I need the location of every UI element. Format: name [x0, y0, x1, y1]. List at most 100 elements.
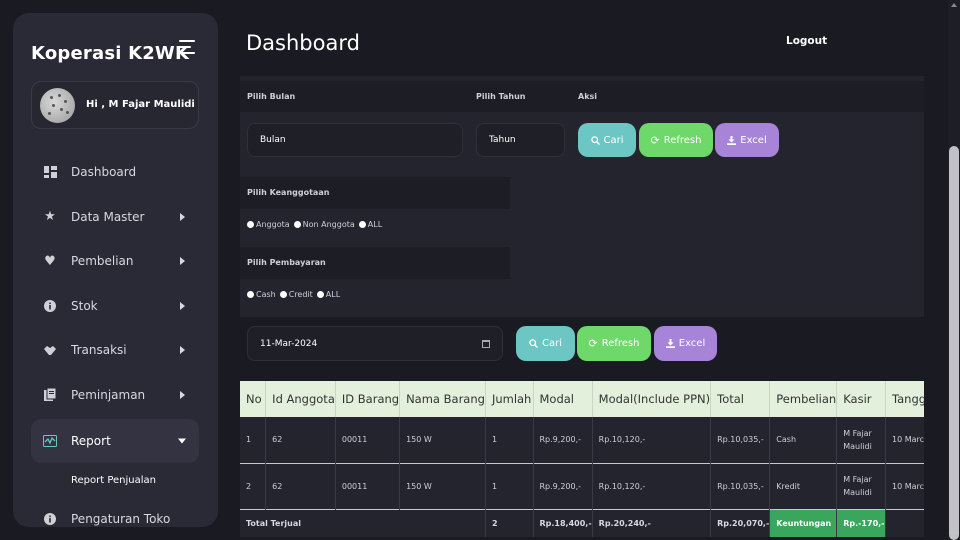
keuntungan-value: Rp.-170,-	[836, 509, 886, 537]
sidebar-item-stok[interactable]: Stok	[31, 284, 199, 329]
chevron-right-icon	[180, 212, 185, 221]
heart-icon: ♥	[44, 253, 56, 269]
col-header: No	[240, 381, 267, 417]
sidebar-item-label: Pengaturan Toko	[71, 512, 171, 527]
search-icon	[590, 135, 600, 145]
radio-non-anggota[interactable]	[293, 221, 301, 228]
table-footer-row: Total Terjual 2 Rp.18,400,- Rp.20,240,- …	[240, 509, 924, 537]
sidebar-item-peminjaman[interactable]: Peminjaman	[31, 373, 199, 418]
info-icon	[43, 512, 57, 526]
radio-all-pembayaran[interactable]	[316, 291, 324, 298]
keuntungan-label: Keuntungan	[769, 509, 838, 537]
refresh-button-label: Refresh	[601, 338, 640, 349]
keanggotaan-radio-group: Anggota Non Anggota ALL	[247, 220, 386, 229]
table-cell: 10 March 2024 11:02	[885, 417, 924, 463]
table-header-row: No Id Anggota ID Barang Nama Barang Juml…	[240, 381, 924, 417]
tahun-select[interactable]: Tahun	[476, 123, 565, 157]
radio-label: ALL	[367, 220, 383, 229]
col-header: Id Anggota	[265, 381, 336, 417]
chevron-right-icon	[180, 257, 185, 266]
col-header: Nama Barang	[399, 381, 486, 417]
col-header: ID Barang	[335, 381, 401, 417]
table-cell: 2	[240, 463, 267, 509]
sidebar-item-label: Dashboard	[71, 165, 137, 180]
bulan-select[interactable]: Bulan	[247, 123, 463, 157]
sidebar-item-pembelian[interactable]: ♥ Pembelian	[31, 239, 199, 284]
refresh-button[interactable]: ⟳ Refresh	[639, 123, 713, 157]
table-cell: 1	[240, 417, 267, 463]
chevron-right-icon	[180, 390, 185, 399]
col-header: Modal	[533, 381, 593, 417]
table-cell: Cash	[769, 417, 838, 463]
logout-link[interactable]: Logout	[786, 35, 827, 47]
scroll-up-arrow-icon[interactable]	[951, 3, 957, 7]
sidebar-item-label: Stok	[71, 298, 98, 313]
total-jumlah: 2	[485, 509, 534, 537]
excel-button-label: Excel	[678, 338, 706, 349]
radio-credit[interactable]	[279, 291, 287, 298]
sidebar-item-dashboard[interactable]: Dashboard	[31, 150, 199, 195]
table-row: 1 62 00011 150 W 1 Rp.9,200,- Rp.10,120,…	[240, 417, 924, 463]
radio-all-keanggotaan[interactable]	[358, 221, 366, 228]
table-cell: Rp.9,200,-	[533, 417, 593, 463]
col-header: Modal(Include PPN)	[592, 381, 712, 417]
table-cell: 1	[485, 463, 534, 509]
table-cell: M Fajar Maulidi	[836, 417, 886, 463]
dashboard-icon	[43, 165, 57, 179]
col-header: Pembelian	[769, 381, 838, 417]
table-cell: Rp.10,120,-	[592, 417, 712, 463]
chevron-down-icon	[178, 438, 186, 444]
scrollbar-thumb[interactable]	[949, 146, 959, 540]
table-cell: 150 W	[399, 463, 486, 509]
table-cell: 62	[265, 417, 336, 463]
radio-label: Cash	[256, 290, 276, 299]
download-icon	[727, 135, 737, 145]
col-header: Total	[710, 381, 771, 417]
bulan-label: Pilih Bulan	[247, 92, 296, 101]
submenu-report-penjualan[interactable]: Report Penjualan	[31, 463, 199, 497]
table-cell: M Fajar Maulidi	[836, 463, 886, 509]
radio-label: Anggota	[256, 220, 290, 229]
total-terjual-label: Total Terjual	[240, 509, 486, 537]
total-modal: Rp.18,400,-	[533, 509, 593, 537]
footer-empty-cell	[885, 509, 924, 537]
refresh-button-label: Refresh	[663, 134, 702, 146]
user-greeting: Hi , M Fajar Maulidi	[86, 99, 195, 110]
col-header: Jumlah	[485, 381, 534, 417]
sidebar-item-label: Pembelian	[71, 254, 134, 269]
cari-button[interactable]: Cari	[578, 123, 636, 157]
sidebar-item-label: Report	[71, 434, 111, 448]
sidebar-item-transaksi[interactable]: Transaksi	[31, 328, 199, 373]
table-cell: Rp.10,120,-	[592, 463, 712, 509]
pembayaran-radio-group: Cash Credit ALL	[247, 290, 344, 299]
excel-button[interactable]: Excel	[715, 123, 779, 157]
info-icon	[43, 299, 57, 313]
date-cari-button[interactable]: Cari	[516, 326, 575, 361]
col-header: Kasir	[836, 381, 886, 417]
table-cell: 00011	[335, 417, 401, 463]
table-cell: Kredit	[769, 463, 838, 509]
sidebar-item-report[interactable]: Report	[31, 419, 199, 463]
table-cell: 10 March 2024 11:00	[885, 463, 924, 509]
radio-anggota[interactable]	[247, 221, 254, 228]
radio-cash[interactable]	[247, 291, 254, 298]
sidebar-item-pengaturan-toko[interactable]: Pengaturan Toko	[31, 497, 199, 527]
date-excel-button[interactable]: Excel	[654, 326, 717, 361]
book-icon	[43, 388, 57, 402]
chevron-right-icon	[180, 301, 185, 310]
calendar-icon[interactable]	[482, 340, 490, 348]
refresh-icon: ⟳	[650, 133, 660, 147]
date-input[interactable]: 11-Mar-2024	[247, 326, 503, 361]
handshake-icon	[43, 343, 57, 357]
table-cell: 1	[485, 417, 534, 463]
total-total: Rp.20,070,-	[710, 509, 771, 537]
sidebar-nav: Dashboard ★ Data Master ♥ Pembelian Stok…	[31, 150, 199, 527]
brand-title: Koperasi K2WK	[31, 43, 190, 64]
table-cell: 150 W	[399, 417, 486, 463]
download-icon	[665, 339, 675, 348]
sidebar-item-data-master[interactable]: ★ Data Master	[31, 195, 199, 240]
sales-table-container[interactable]: No Id Anggota ID Barang Nama Barang Juml…	[240, 381, 924, 540]
date-refresh-button[interactable]: ⟳ Refresh	[577, 326, 651, 361]
avatar	[40, 88, 75, 123]
hamburger-menu-icon[interactable]	[179, 40, 195, 54]
